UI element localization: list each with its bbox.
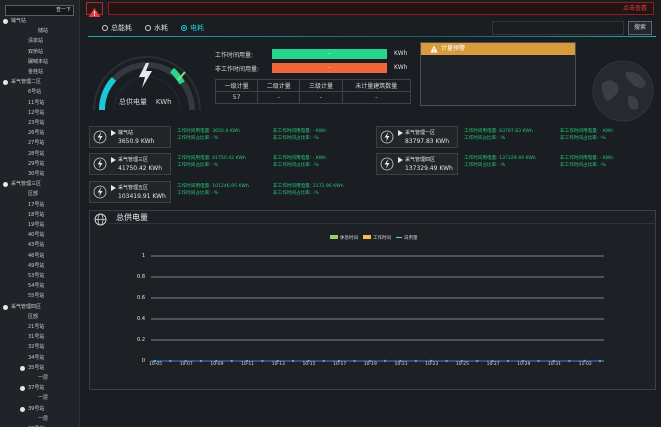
x-tick-label: 10-13 [271,362,285,367]
data-point[interactable] [506,359,510,363]
x-tick-label: 10-15 [302,362,316,367]
data-point[interactable] [291,359,295,363]
data-point[interactable] [476,359,479,363]
data-point[interactable] [568,359,571,363]
x-tick-label: 10-05 [149,362,163,367]
x-tick-label: 10-21 [394,362,408,367]
data-point[interactable] [598,359,602,363]
y-tick-label: 0.6 [137,295,145,301]
data-point[interactable] [199,359,203,363]
y-tick-label: 0.2 [137,337,145,343]
x-tick-label: 10-07 [179,362,193,367]
data-point[interactable] [353,359,356,363]
x-tick-label: 10-29 [517,362,531,367]
x-tick-label: 11-02 [578,362,592,367]
chart-plot [151,255,604,363]
y-tick-label: 0.8 [137,274,145,280]
x-tick-label: 10-19 [363,362,377,367]
y-tick-label: 0 [141,358,145,364]
app-root: 查一下 输气站 储站 清泉站 双桥站 碾喊末站 金桂站 采气管理二区 6号站 11号站 12号站 2… [0,0,661,427]
y-tick-label: 0.4 [137,316,145,322]
data-point[interactable] [261,359,264,363]
x-tick-label: 10-31 [547,362,562,367]
x-tick-label: 10-27 [486,362,500,367]
data-point[interactable] [537,359,540,363]
data-point[interactable] [322,359,325,363]
data-point[interactable] [383,359,387,363]
y-tick-label: 1 [141,253,145,259]
x-tick-label: 10-25 [455,362,469,367]
data-point[interactable] [414,359,418,363]
data-point[interactable] [445,359,448,363]
data-point[interactable] [169,359,172,363]
data-point[interactable] [230,359,233,363]
x-tick-label: 10-23 [425,362,439,367]
x-tick-label: 10-09 [210,362,224,367]
x-tick-label: 10-11 [241,362,255,367]
x-tick-label: 10-17 [333,362,347,367]
